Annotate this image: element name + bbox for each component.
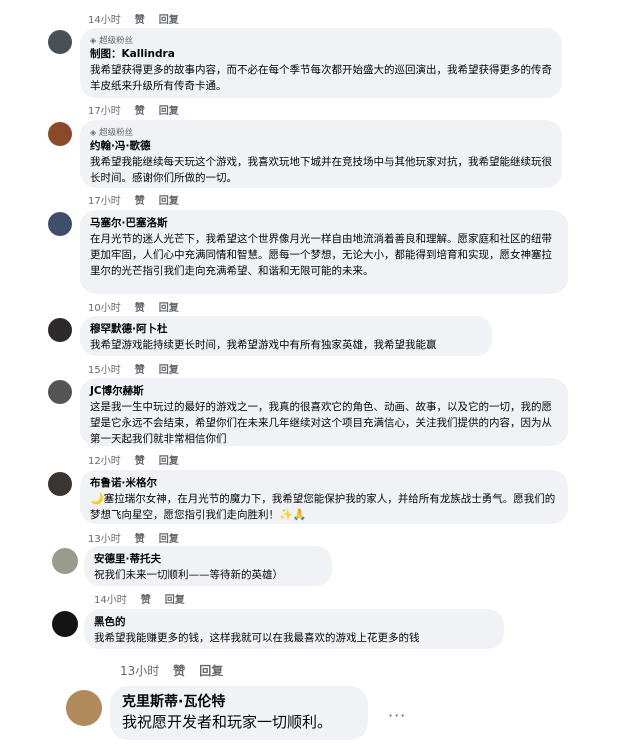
comment-actions: 13小时 赞 回复 [120, 662, 223, 679]
comment-actions: 17小时 赞 回复 [88, 102, 179, 117]
avatar[interactable] [48, 122, 72, 146]
comment-actions: 10小时 赞 回复 [88, 299, 179, 314]
reply-button[interactable]: 回复 [159, 452, 179, 467]
timestamp: 15小时 [88, 365, 121, 376]
timestamp: 10小时 [88, 303, 121, 314]
comment-text: 我希望我能赚更多的钱，这样我就可以在我最喜欢的游戏上花更多的钱 [94, 632, 420, 644]
comment-actions: 12小时 赞 回复 [88, 452, 179, 467]
comment-bubble: 安德里·蒂托夫 祝我们未来一切顺利——等待新的英雄） [84, 546, 332, 586]
timestamp: 13小时 [120, 664, 160, 678]
more-options-icon[interactable]: ··· [388, 706, 406, 725]
avatar[interactable] [52, 611, 78, 637]
reply-button[interactable]: 回复 [159, 299, 179, 314]
reply-button[interactable]: 回复 [159, 102, 179, 117]
comment-bubble: 布鲁诺·米格尔 🌙塞拉瑞尔女神，在月光节的魔力下，我希望您能保护我的家人，并给所… [80, 470, 568, 524]
moon-emoji: 🌙 [90, 492, 104, 505]
comment-text: 我希望获得更多的故事内容，而不必在每个季节每次都开始盛大的巡回演出，我希望获得更… [90, 64, 552, 92]
comment-author[interactable]: 约翰·冯·歌德 [90, 139, 552, 154]
timestamp: 12小时 [88, 456, 121, 467]
comment-text: 祝我们未来一切顺利——等待新的英雄） [94, 569, 283, 581]
comment-actions: 17小时 赞 回复 [88, 192, 179, 207]
comment-author[interactable]: 克里斯蒂·瓦伦特 [122, 692, 356, 712]
like-button[interactable]: 赞 [135, 452, 145, 467]
reply-button[interactable]: 回复 [159, 11, 179, 26]
comment-bubble: 克里斯蒂·瓦伦特 我祝愿开发者和玩家一切顺利。 [110, 686, 368, 740]
avatar[interactable] [48, 318, 72, 342]
comment-author[interactable]: 布鲁诺·米格尔 [90, 476, 558, 491]
comment-text: 这是我一生中玩过的最好的游戏之一，我真的很喜欢它的角色、动画、故事，以及它的一切… [90, 401, 552, 445]
avatar[interactable] [48, 30, 72, 54]
comment-bubble: 马塞尔·巴塞洛斯 在月光节的迷人光芒下，我希望这个世界像月光一样自由地流淌着善良… [80, 210, 568, 294]
comment-author[interactable]: 黑色的 [94, 615, 494, 630]
comment-author[interactable]: 马塞尔·巴塞洛斯 [90, 216, 558, 231]
sparkle-pray-emoji: ✨🙏 [279, 508, 307, 521]
comment-text: 在月光节的迷人光芒下，我希望这个世界像月光一样自由地流淌着善良和理解。愿家庭和社… [90, 233, 552, 277]
avatar[interactable] [66, 690, 102, 726]
avatar[interactable] [48, 472, 72, 496]
reply-button[interactable]: 回复 [165, 591, 185, 606]
comment-author[interactable]: 穆罕默德·阿卜杜 [90, 322, 482, 337]
comment-text: 🌙塞拉瑞尔女神，在月光节的魔力下，我希望您能保护我的家人，并给所有龙族战士勇气。… [90, 492, 556, 521]
timestamp: 14小时 [88, 15, 121, 26]
comment-bubble: ◈ 超级粉丝 约翰·冯·歌德 我希望我能继续每天玩这个游戏，我喜欢玩地下城并在竞技… [80, 120, 562, 188]
comment-bubble: 穆罕默德·阿卜杜 我希望游戏能持续更长时间，我希望游戏中有所有独家英雄，我希望我… [80, 316, 492, 356]
comment-actions: 13小时 赞 回复 [88, 530, 179, 545]
avatar[interactable] [48, 380, 72, 404]
comment-author[interactable]: JC博尔赫斯 [90, 384, 558, 399]
gem-icon: ◈ [90, 127, 97, 137]
reply-button[interactable]: 回复 [159, 530, 179, 545]
like-button[interactable]: 赞 [135, 102, 145, 117]
like-button[interactable]: 赞 [135, 530, 145, 545]
fan-badge: ◈ 超级粉丝 [90, 35, 134, 47]
reply-button[interactable]: 回复 [159, 192, 179, 207]
comment-actions: 14小时 赞 回复 [94, 591, 185, 606]
timestamp: 17小时 [88, 106, 121, 117]
gem-icon: ◈ [90, 35, 97, 45]
like-button[interactable]: 赞 [135, 192, 145, 207]
comment-bubble: ◈ 超级粉丝 制图：Kallindra 我希望获得更多的故事内容，而不必在每个季节… [80, 28, 562, 98]
fan-badge: ◈ 超级粉丝 [90, 127, 134, 139]
comment-actions: 15小时 赞 回复 [88, 361, 179, 376]
comment-bubble: 黑色的 我希望我能赚更多的钱，这样我就可以在我最喜欢的游戏上花更多的钱 [84, 609, 504, 649]
comment-author[interactable]: 安德里·蒂托夫 [94, 552, 322, 567]
timestamp: 13小时 [88, 534, 121, 545]
comment-bubble: JC博尔赫斯 这是我一生中玩过的最好的游戏之一，我真的很喜欢它的角色、动画、故事… [80, 378, 568, 446]
like-button[interactable]: 赞 [135, 11, 145, 26]
comment-text: 我祝愿开发者和玩家一切顺利。 [122, 713, 333, 731]
comment-text: 我希望游戏能持续更长时间，我希望游戏中有所有独家英雄，我希望我能赢 [90, 339, 437, 351]
reply-button[interactable]: 回复 [199, 662, 223, 679]
avatar[interactable] [48, 212, 72, 236]
comment-text: 我希望我能继续每天玩这个游戏，我喜欢玩地下城并在竞技场中与其他玩家对抗，我希望能… [90, 156, 552, 184]
avatar[interactable] [52, 548, 78, 574]
top-actions: 14小时 赞 回复 [88, 11, 179, 26]
timestamp: 14小时 [94, 595, 127, 606]
comment-author[interactable]: 制图：Kallindra [90, 47, 552, 62]
like-button[interactable]: 赞 [141, 591, 151, 606]
reply-button[interactable]: 回复 [159, 361, 179, 376]
timestamp: 17小时 [88, 196, 121, 207]
like-button[interactable]: 赞 [135, 299, 145, 314]
like-button[interactable]: 赞 [173, 662, 185, 679]
like-button[interactable]: 赞 [135, 361, 145, 376]
